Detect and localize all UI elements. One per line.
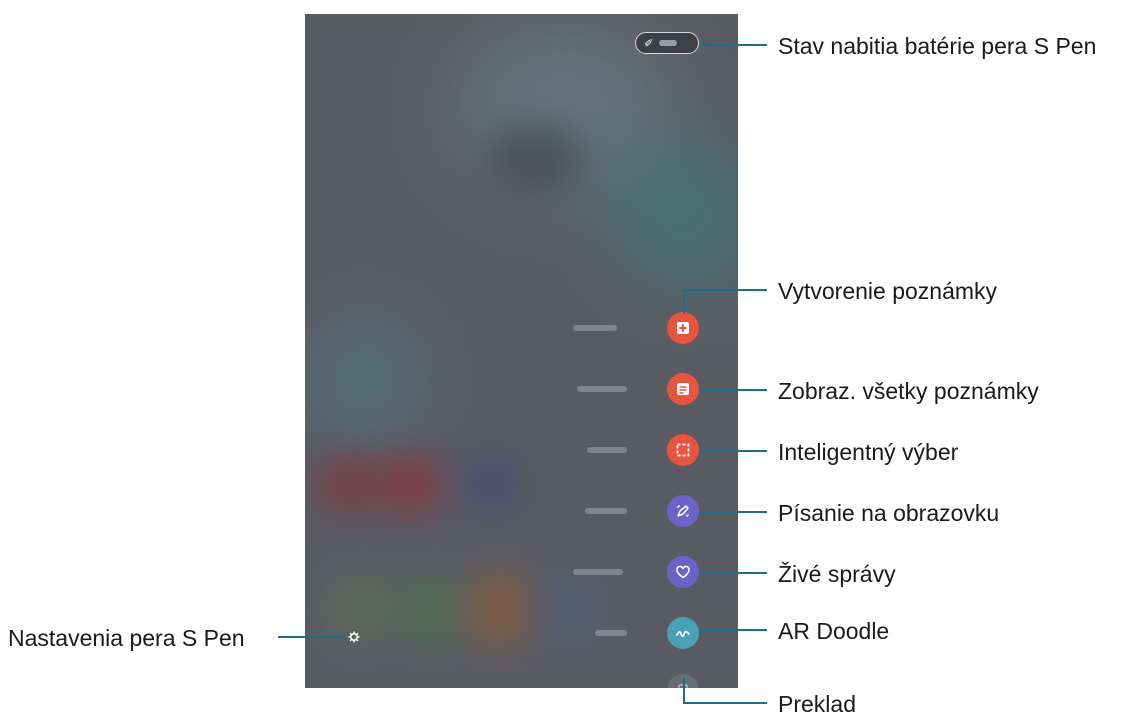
callout-line-settings [278,636,346,638]
callout-line-translate [683,702,767,704]
callout-label-screen-write: Písanie na obrazovku [778,500,1000,526]
callout-label-smart-select: Inteligentný výber [778,439,959,465]
doodle-squiggle-icon [676,630,690,638]
create-note-button[interactable] [667,312,699,344]
menu-label-create-note [573,325,617,331]
callout-line-create-note [683,289,685,314]
live-message-button[interactable] [667,556,699,588]
pen-write-icon [677,505,689,517]
callout-line-battery [700,44,767,46]
spen-battery-indicator: ✐ [635,32,699,54]
callout-line-view-all-notes [700,389,767,391]
callout-label-settings: Nastavenia pera S Pen [8,625,245,651]
callout-line-screen-write [700,511,767,513]
blurred-app-icon [325,574,395,644]
callout-label-ar-doodle: AR Doodle [778,618,890,644]
blurred-app-icon [465,574,535,644]
smart-select-button[interactable] [667,434,699,466]
gear-icon[interactable] [348,631,360,643]
blurred-wallpaper [485,124,585,194]
heart-icon [676,565,690,579]
blurred-app-icon [455,454,525,514]
notes-list-icon [677,383,689,395]
callout-label-view-all-notes: Zobraz. všetky poznámky [778,378,1039,404]
menu-label-smart-select [587,447,627,453]
callout-label-battery: Stav nabitia batérie pera S Pen [778,33,1097,59]
menu-label-ar-doodle [595,630,627,636]
callout-line-translate [683,678,685,704]
device-screen: ✐ [305,14,738,688]
spen-icon: ✐ [644,36,654,50]
dashed-select-icon [676,443,690,457]
callout-line-live-message [700,572,767,574]
menu-label-live-message [573,569,623,575]
note-plus-icon [677,322,689,334]
view-all-notes-button[interactable] [667,373,699,405]
screen-write-button[interactable] [667,495,699,527]
callout-line-create-note [683,289,767,291]
menu-label-screen-write [585,508,627,514]
blurred-wallpaper [305,314,425,444]
callout-line-smart-select [700,450,767,452]
battery-level-bar [659,40,678,46]
callout-label-live-message: Živé správy [778,561,896,587]
callout-line-ar-doodle [700,629,767,631]
ar-doodle-button[interactable] [667,617,699,649]
menu-label-view-all-notes [577,386,627,392]
callout-label-translate: Preklad [778,691,856,717]
blurred-app-icon [395,574,465,644]
callout-label-create-note: Vytvorenie poznámky [778,278,998,304]
blurred-app-icon [375,454,445,514]
